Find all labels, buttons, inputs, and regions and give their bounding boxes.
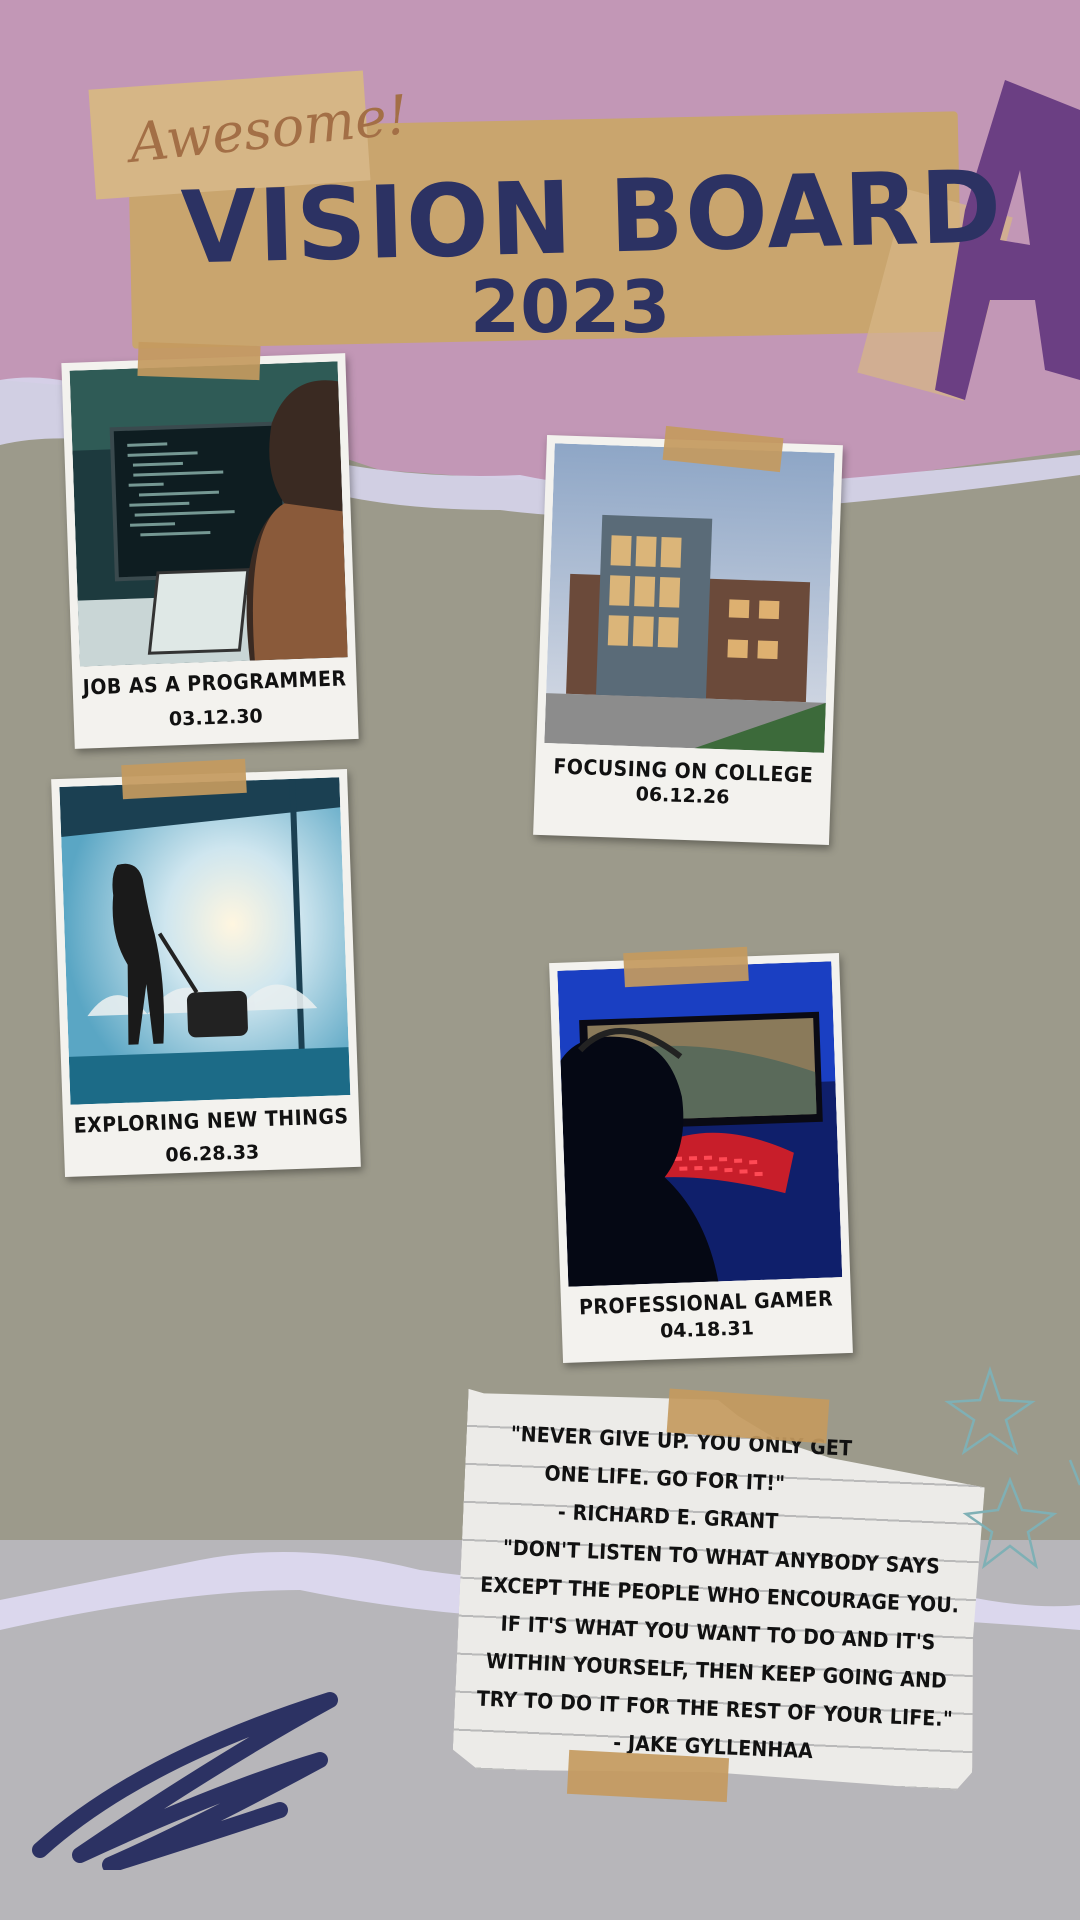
scribble-decoration bbox=[32, 1692, 338, 1870]
polaroid-card-exploring: EXPLORING NEW THINGS 06.28.33 bbox=[51, 768, 361, 1178]
card-tape bbox=[623, 946, 749, 988]
star-outline-icon bbox=[944, 1366, 1080, 1570]
quote-tape-bottom bbox=[566, 1749, 730, 1803]
card-date: 03.12.30 bbox=[168, 705, 264, 731]
gamer-photo bbox=[557, 961, 843, 1287]
traveler-airport-photo bbox=[59, 777, 351, 1105]
polaroid-card-programmer: JOB AS A PROGRAMMER 03.12.30 bbox=[61, 353, 359, 749]
card-tape bbox=[137, 341, 261, 381]
quote-text: "NEVER GIVE UP. YOU ONLY GET ONE LIFE. G… bbox=[453, 1413, 987, 1775]
polaroid-card-college: FOCUSING ON COLLEGE 06.12.26 bbox=[533, 434, 843, 846]
title-year: 2023 bbox=[470, 265, 671, 349]
card-caption: EXPLORING NEW THINGS bbox=[73, 1104, 349, 1138]
programmer-photo bbox=[69, 361, 348, 667]
polaroid-card-gamer: PROFESSIONAL GAMER 04.18.31 bbox=[549, 953, 853, 1363]
card-caption: JOB AS A PROGRAMMER bbox=[82, 666, 347, 700]
card-tape bbox=[121, 758, 247, 800]
card-date: 06.28.33 bbox=[165, 1141, 260, 1167]
quote-note: "NEVER GIVE UP. YOU ONLY GET ONE LIFE. G… bbox=[452, 1389, 988, 1791]
college-building-photo bbox=[544, 443, 835, 753]
